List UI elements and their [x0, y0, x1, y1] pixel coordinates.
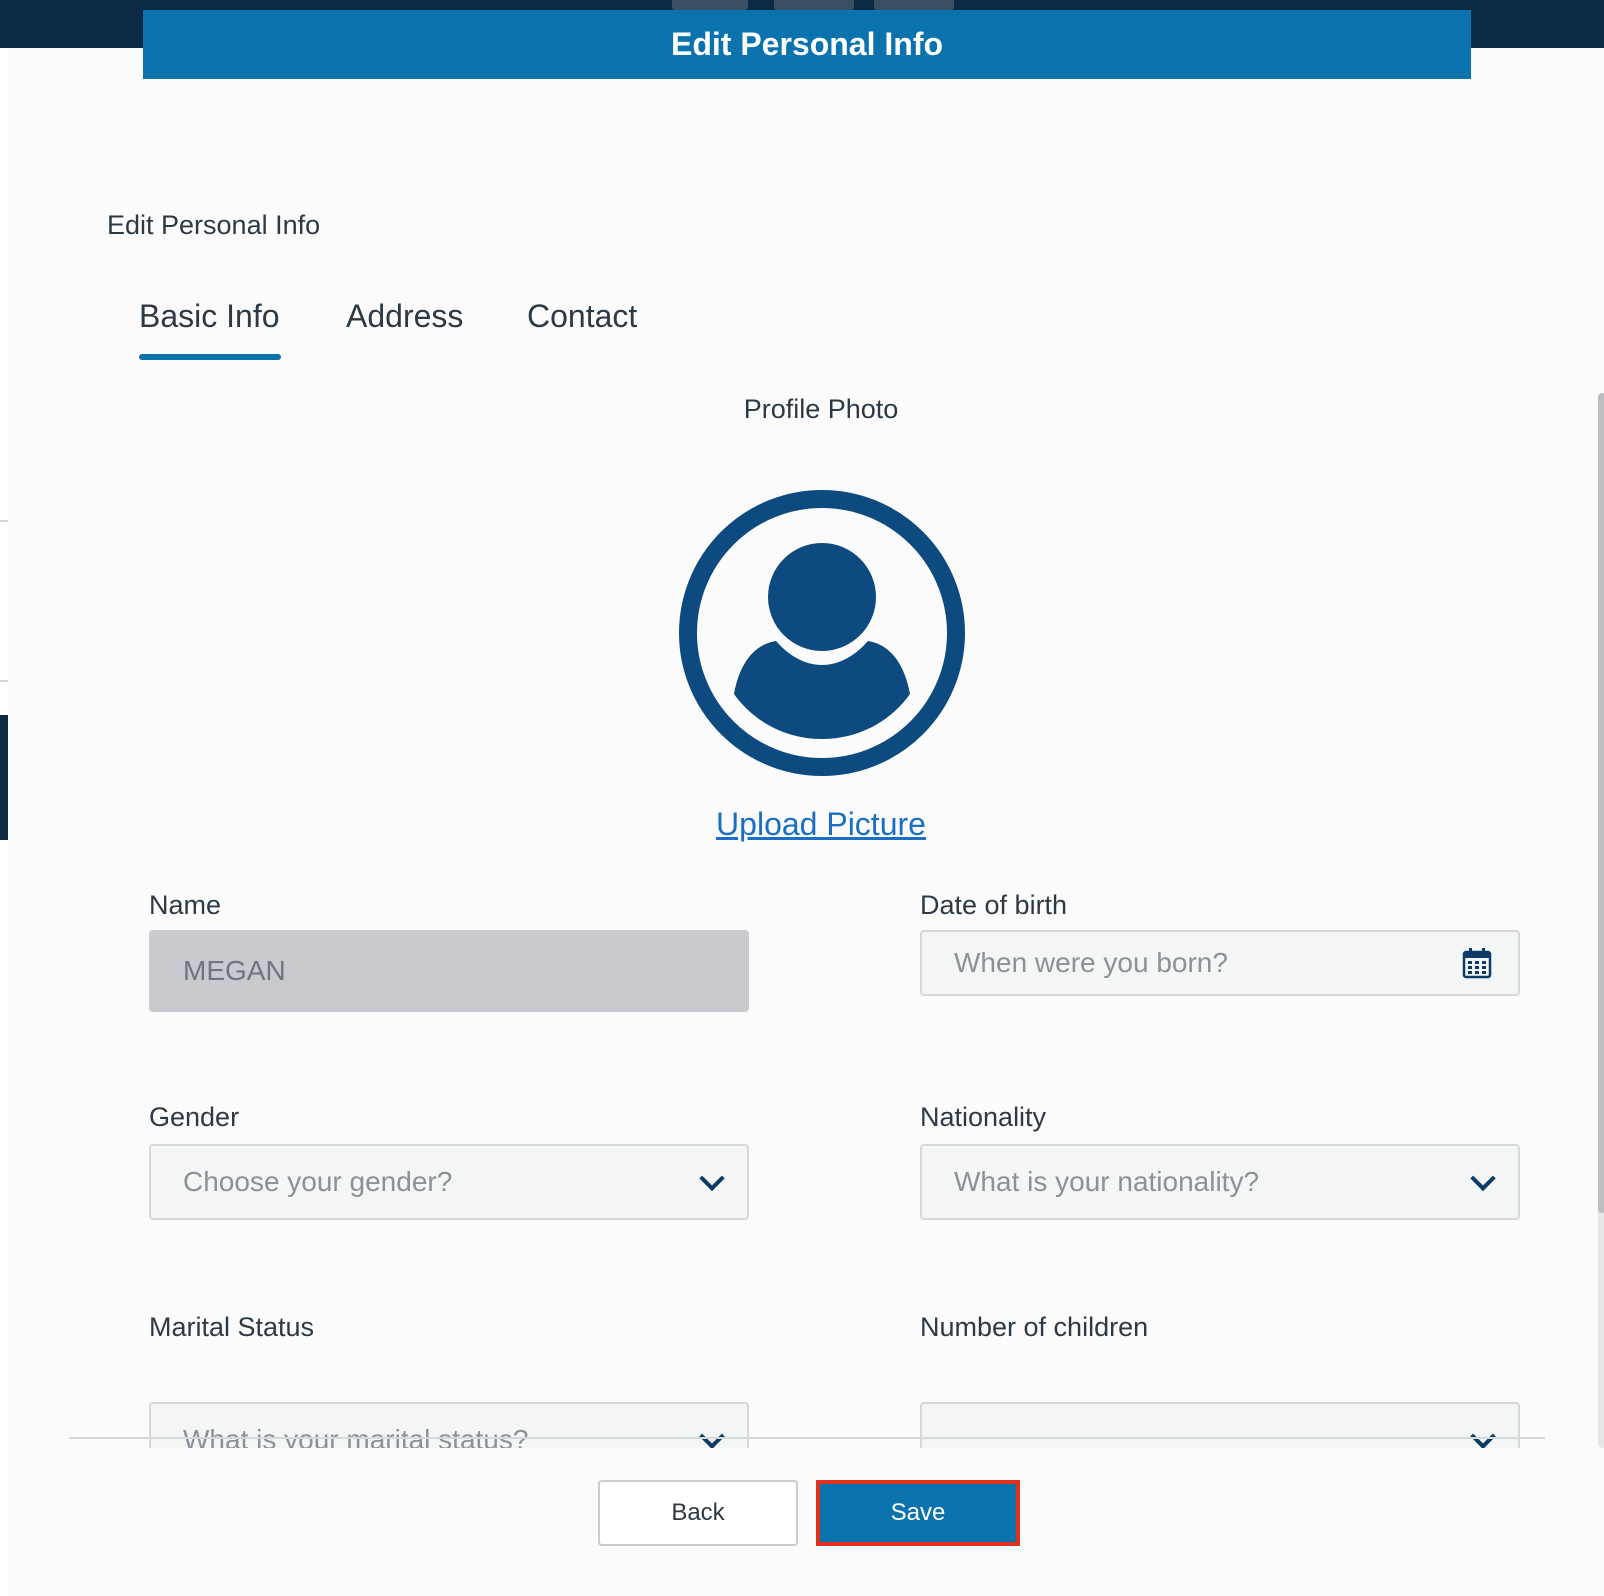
- children-label: Number of children: [920, 1312, 1149, 1342]
- footer-divider: [69, 1437, 1545, 1439]
- marital-status-select[interactable]: What is your marital status?: [149, 1402, 749, 1448]
- nationality-label: Nationality: [920, 1102, 1047, 1132]
- nav-tab-ghost: [774, 0, 854, 10]
- upload-picture-link[interactable]: Upload Picture: [8, 806, 1604, 843]
- tab-address[interactable]: Address: [346, 298, 463, 335]
- profile-photo-label: Profile Photo: [743, 394, 899, 424]
- nav-tab-ghost: [672, 0, 748, 10]
- back-button[interactable]: Back: [598, 1480, 798, 1546]
- marital-status-placeholder: What is your marital status?: [183, 1424, 529, 1448]
- name-label: Name: [149, 890, 222, 920]
- tab-basic-info[interactable]: Basic Info: [139, 298, 280, 335]
- dob-field[interactable]: When were you born?: [920, 930, 1520, 996]
- save-button[interactable]: Save: [816, 1480, 1020, 1546]
- modal-header: Edit Personal Info: [143, 10, 1471, 79]
- section-title: Edit Personal Info: [107, 210, 321, 240]
- background-panel-edge: [0, 715, 8, 840]
- modal-title: Edit Personal Info: [670, 26, 944, 62]
- calendar-icon[interactable]: [1462, 947, 1492, 979]
- chevron-down-icon: [1470, 1423, 1496, 1448]
- scrollbar-thumb[interactable]: [1598, 393, 1604, 1213]
- user-avatar-icon[interactable]: [678, 489, 966, 777]
- tab-contact[interactable]: Contact: [527, 298, 637, 335]
- name-field[interactable]: MEGAN: [149, 930, 749, 1012]
- nationality-select[interactable]: What is your nationality?: [920, 1144, 1520, 1220]
- gender-label: Gender: [149, 1102, 240, 1132]
- dob-placeholder: When were you born?: [954, 947, 1228, 978]
- chevron-down-icon: [699, 1165, 725, 1192]
- scrollbar[interactable]: [1598, 393, 1604, 1448]
- nav-tab-ghost: [874, 0, 954, 10]
- chevron-down-icon: [699, 1423, 725, 1448]
- active-tab-indicator: [139, 354, 281, 360]
- children-select[interactable]: [920, 1402, 1520, 1448]
- scroll-clip-region: What is your marital status?: [148, 1402, 1548, 1448]
- background-divider: [0, 680, 8, 682]
- dob-label: Date of birth: [920, 890, 1068, 920]
- background-divider: [0, 520, 8, 522]
- gender-placeholder: Choose your gender?: [183, 1166, 453, 1197]
- marital-status-label: Marital Status: [149, 1312, 315, 1342]
- chevron-down-icon: [1470, 1165, 1496, 1192]
- name-value: MEGAN: [183, 955, 286, 986]
- gender-select[interactable]: Choose your gender?: [149, 1144, 749, 1220]
- nationality-placeholder: What is your nationality?: [954, 1166, 1260, 1197]
- edit-personal-info-modal: Edit Personal Info Basic Info Address Co…: [8, 48, 1604, 1596]
